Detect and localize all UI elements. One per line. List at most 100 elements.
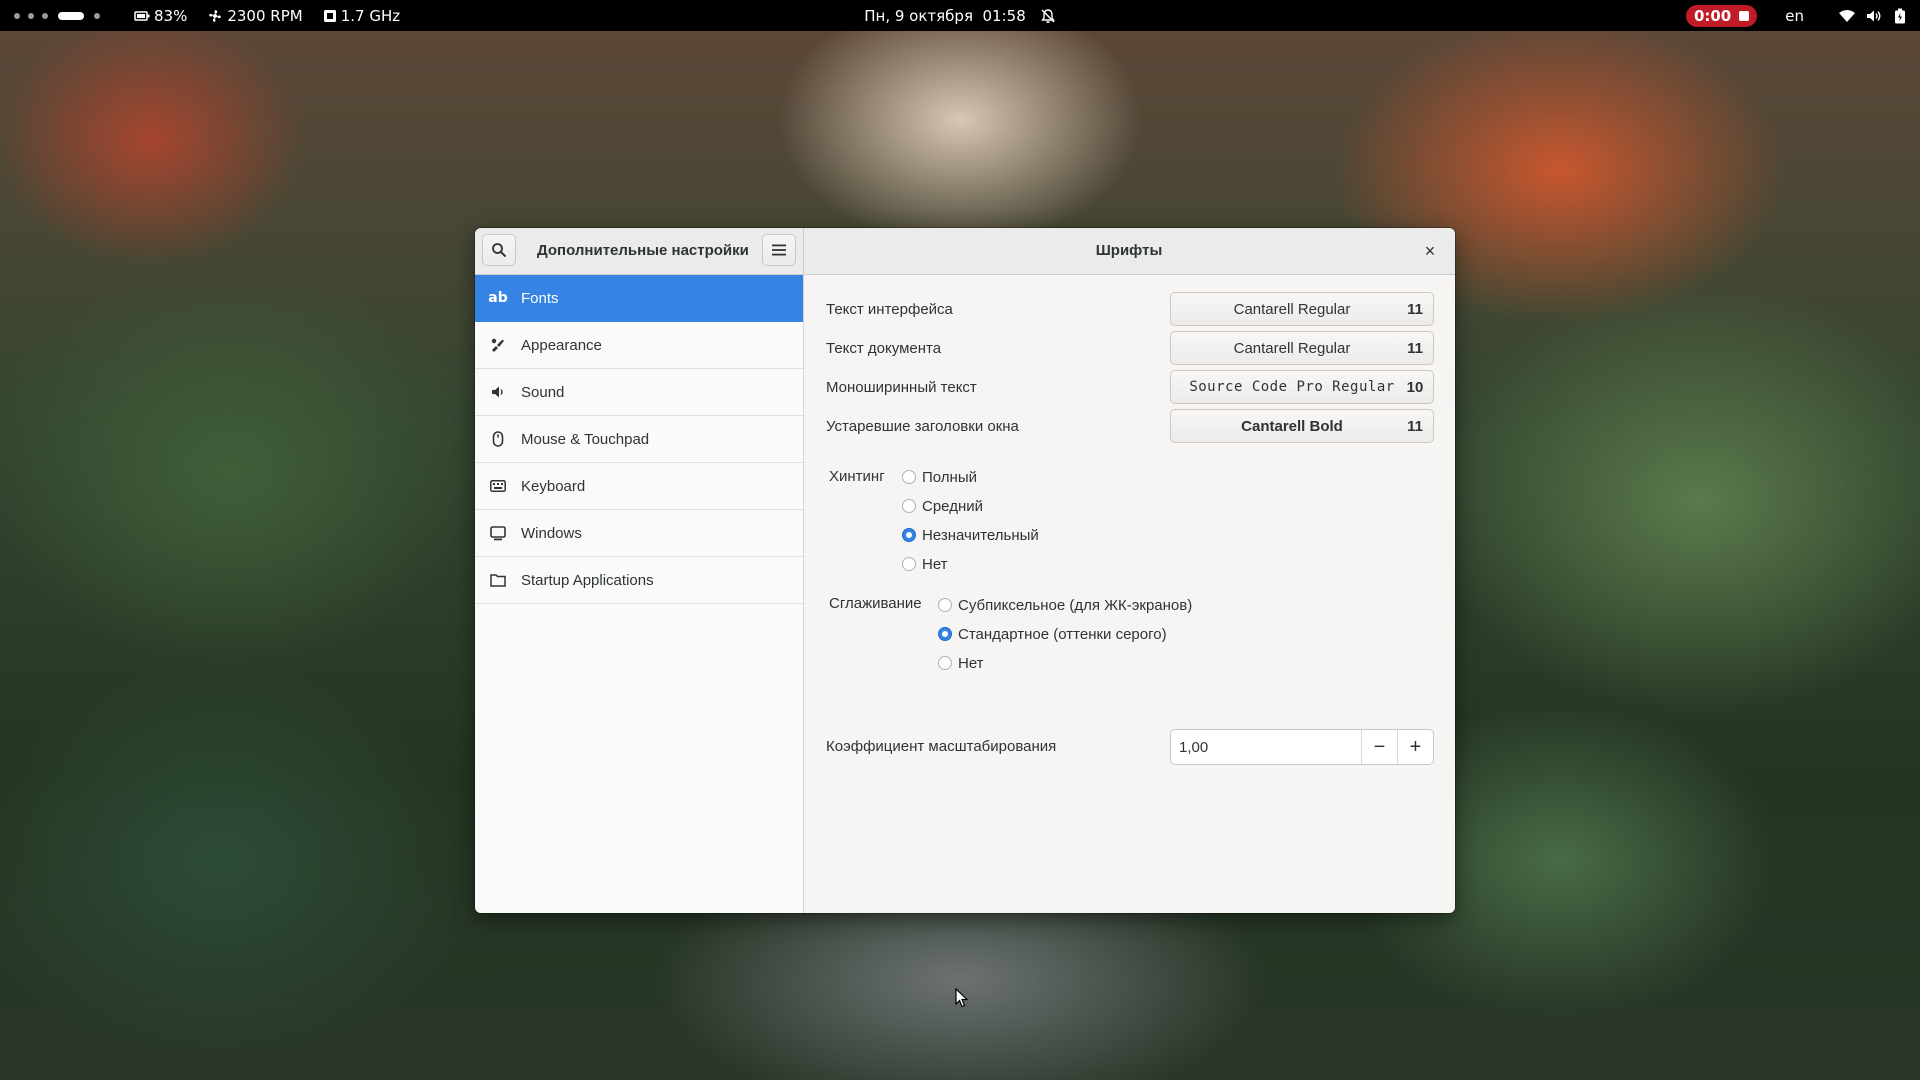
header-bar: Дополнительные настройки Шрифты ×: [475, 228, 1455, 275]
sidebar-item-keyboard[interactable]: Keyboard: [475, 463, 803, 510]
workspace-dot: [94, 12, 100, 19]
close-button[interactable]: ×: [1415, 236, 1445, 266]
sidebar-item-fonts[interactable]: ab Fonts: [475, 275, 803, 322]
radio-label: Нет: [922, 555, 948, 573]
top-bar-left: 83% 2300 RPM 1.7 GHz: [14, 0, 400, 31]
document-font-button[interactable]: Cantarell Regular 11: [1170, 331, 1434, 365]
radio-button[interactable]: [938, 598, 952, 612]
close-icon: ×: [1424, 240, 1436, 261]
decrease-button[interactable]: −: [1361, 730, 1397, 764]
screen-recording-indicator[interactable]: 0:00: [1685, 4, 1758, 27]
sidebar-item-startup-applications[interactable]: Startup Applications: [475, 557, 803, 604]
interface-font-row: Текст интерфейса Cantarell Regular 11: [826, 292, 1436, 328]
sidebar-item-label: Fonts: [521, 289, 559, 307]
hinting-option-medium[interactable]: Средний: [902, 494, 983, 518]
battery-indicator[interactable]: 83%: [134, 7, 187, 25]
antialiasing-label: Сглаживание: [829, 595, 922, 612]
interface-font-label: Текст интерфейса: [826, 301, 953, 318]
radio-label: Незначительный: [922, 526, 1039, 544]
radio-button[interactable]: [902, 499, 916, 513]
plus-icon: +: [1409, 735, 1422, 758]
sidebar-item-label: Appearance: [521, 336, 602, 354]
sidebar: ab Fonts Appearance Sound Mouse & Touchp…: [475, 275, 804, 913]
interface-font-name: Cantarell Regular: [1233, 300, 1351, 318]
mouse-icon: [489, 430, 507, 448]
page-title: Шрифты: [1095, 242, 1163, 259]
hinting-option-full[interactable]: Полный: [902, 465, 977, 489]
hinting-option-slight[interactable]: Незначительный: [902, 523, 1039, 547]
wifi-icon[interactable]: [1838, 9, 1856, 23]
workspace-dot: [14, 12, 20, 19]
keyboard-layout-indicator[interactable]: en: [1785, 7, 1804, 25]
sidebar-item-label: Sound: [521, 383, 565, 401]
activities-button[interactable]: [14, 11, 100, 20]
folder-icon: [489, 571, 507, 589]
record-stop-icon: [1739, 10, 1750, 21]
active-workspace-indicator: [58, 11, 84, 20]
keyboard-icon: [489, 477, 507, 495]
radio-label: Полный: [922, 468, 977, 486]
hamburger-menu-icon: [771, 243, 787, 257]
radio-button-checked[interactable]: [938, 627, 952, 641]
main-menu-button[interactable]: [762, 234, 796, 266]
fonts-icon: ab: [488, 290, 508, 306]
scaling-factor-spinbutton: 1,00 − +: [1170, 729, 1434, 765]
antialiasing-option-grayscale[interactable]: Стандартное (оттенки серого): [938, 622, 1167, 646]
minus-icon: −: [1373, 735, 1386, 758]
sound-icon: [489, 383, 507, 401]
mouse-pointer-icon: [955, 987, 969, 1012]
monospace-font-row: Моноширинный текст Source Code Pro Regul…: [826, 370, 1436, 406]
antialiasing-option-none[interactable]: Нет: [938, 651, 984, 675]
radio-button[interactable]: [938, 656, 952, 670]
radio-button[interactable]: [902, 470, 916, 484]
increase-button[interactable]: +: [1397, 730, 1433, 764]
sidebar-item-appearance[interactable]: Appearance: [475, 322, 803, 369]
interface-font-button[interactable]: Cantarell Regular 11: [1170, 292, 1434, 326]
document-font-label: Текст документа: [826, 340, 942, 357]
monospace-font-name: Source Code Pro Regular: [1189, 379, 1395, 395]
legacy-titles-font-row: Устаревшие заголовки окна Cantarell Bold…: [826, 409, 1436, 445]
battery-percent: 83%: [154, 6, 188, 25]
legacy-titles-font-size: 11: [1407, 417, 1423, 435]
radio-label: Нет: [958, 654, 984, 672]
antialiasing-option-subpixel[interactable]: Субпиксельное (для ЖК-экранов): [938, 593, 1192, 617]
sidebar-item-windows[interactable]: Windows: [475, 510, 803, 557]
top-bar-right: 0:00 en: [1685, 0, 1906, 31]
interface-font-size: 11: [1407, 300, 1423, 318]
date-time[interactable]: Пн, 9 октября 01:58: [864, 7, 1026, 25]
top-bar: 83% 2300 RPM 1.7 GHz Пн, 9 октября 01:58…: [0, 0, 1920, 31]
recording-time: 0:00: [1693, 6, 1732, 25]
scaling-factor-input[interactable]: 1,00: [1171, 739, 1361, 756]
hinting-option-none[interactable]: Нет: [902, 552, 948, 576]
battery-icon: [134, 10, 150, 22]
appearance-icon: [489, 336, 507, 354]
search-button[interactable]: [482, 234, 516, 266]
volume-icon[interactable]: [1866, 9, 1882, 23]
sidebar-item-label: Windows: [521, 524, 582, 542]
document-font-row: Текст документа Cantarell Regular 11: [826, 331, 1436, 367]
radio-label: Субпиксельное (для ЖК-экранов): [958, 596, 1193, 614]
battery-status-icon[interactable]: [1894, 8, 1906, 24]
sidebar-item-label: Keyboard: [521, 477, 586, 495]
sidebar-item-label: Startup Applications: [521, 571, 654, 589]
app-title: Дополнительные настройки: [537, 242, 749, 259]
radio-label: Средний: [922, 497, 983, 515]
monospace-font-button[interactable]: Source Code Pro Regular 10: [1170, 370, 1434, 404]
hinting-label: Хинтинг: [829, 468, 885, 485]
monospace-font-label: Моноширинный текст: [826, 379, 977, 396]
fonts-settings-panel: Текст интерфейса Cantarell Regular 11 Те…: [804, 275, 1455, 913]
scaling-factor-label: Коэффициент масштабирования: [826, 738, 1057, 755]
fan-indicator[interactable]: 2300 RPM: [207, 7, 303, 25]
legacy-titles-font-label: Устаревшие заголовки окна: [826, 418, 1019, 435]
sidebar-item-sound[interactable]: Sound: [475, 369, 803, 416]
sidebar-item-mouse-touchpad[interactable]: Mouse & Touchpad: [475, 416, 803, 463]
radio-label: Стандартное (оттенки серого): [958, 625, 1167, 643]
legacy-titles-font-button[interactable]: Cantarell Bold 11: [1170, 409, 1434, 443]
cpu-icon: [323, 9, 337, 23]
radio-button-checked[interactable]: [902, 528, 916, 542]
document-font-name: Cantarell Regular: [1233, 339, 1351, 357]
radio-button[interactable]: [902, 557, 916, 571]
cpu-indicator[interactable]: 1.7 GHz: [323, 7, 400, 25]
tweaks-window: Дополнительные настройки Шрифты × ab Fon…: [475, 228, 1455, 913]
document-font-size: 11: [1407, 339, 1423, 357]
